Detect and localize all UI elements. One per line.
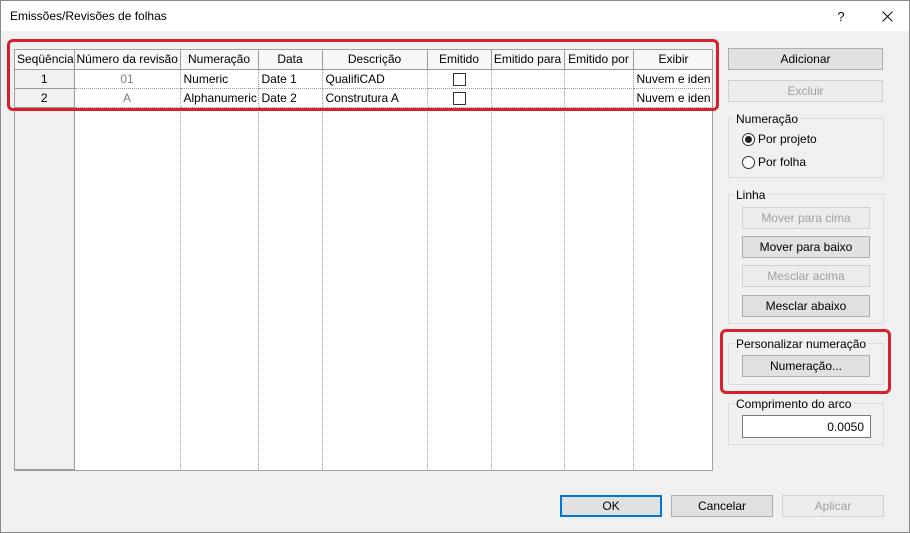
column-header-issued-by[interactable]: Emitido por [564,50,634,70]
numbering-group-label: Numeração [734,112,801,126]
column-header-date[interactable]: Data [258,50,323,70]
cell-show[interactable]: Nuvem e iden [633,88,712,108]
column-header-numbering[interactable]: Numeração [180,50,259,70]
cell-date[interactable]: Date 2 [258,88,323,108]
numbering-button[interactable]: Numeração... [742,355,870,377]
cell-date[interactable]: Date 1 [258,69,323,89]
cell-show[interactable]: Nuvem e iden [633,69,712,89]
cell-issued-by[interactable] [564,69,634,89]
issued-checkbox[interactable] [452,91,466,105]
cell-numbering[interactable]: Numeric [180,69,259,89]
ok-button[interactable]: OK [560,495,662,517]
column-header-sequence[interactable]: Seqüência [15,50,75,70]
column-header-revision-number[interactable]: Número da revisão [74,50,181,70]
cell-description[interactable]: QualifiCAD [322,69,428,89]
cell-issued-to[interactable] [491,88,565,108]
title-bar: Emissões/Revisões de folhas ? [1,1,909,31]
custom-numbering-label: Personalizar numeração [734,337,869,351]
apply-button[interactable]: Aplicar [782,495,884,517]
by-project-option[interactable]: Por projeto [742,132,817,146]
column-header-show[interactable]: Exibir [633,50,712,70]
cell-numbering[interactable]: Alphanumeric [180,88,259,108]
column-header-issued-to[interactable]: Emitido para [491,50,565,70]
by-project-label: Por projeto [758,132,817,146]
close-icon [881,10,893,22]
by-sheet-option[interactable]: Por folha [742,155,806,169]
issued-checkbox[interactable] [452,72,466,86]
merge-down-button[interactable]: Mesclar abaixo [742,295,870,317]
dialog-title: Emissões/Revisões de folhas [10,9,167,23]
row-group-label: Linha [734,188,768,202]
table-row[interactable]: 2 A Alphanumeric Date 2 Construtura A Nu… [15,88,712,108]
table-row[interactable]: 1 01 Numeric Date 1 QualifiCAD Nuvem e i… [15,69,712,89]
cell-sequence[interactable]: 1 [15,69,75,89]
revisions-grid[interactable]: Seqüência Número da revisão Numeração Da… [14,49,713,471]
merge-up-button[interactable]: Mesclar acima [742,265,870,287]
cell-description[interactable]: Construtura A [322,88,428,108]
cell-issued [427,88,492,108]
numbering-group [728,118,884,178]
cell-sequence[interactable]: 2 [15,88,75,108]
cell-revision-number[interactable]: A [74,88,181,108]
column-header-description[interactable]: Descrição [322,50,428,70]
cell-issued-by[interactable] [564,88,634,108]
by-sheet-label: Por folha [758,155,807,169]
move-down-button[interactable]: Mover para baixo [742,236,870,258]
delete-button[interactable]: Excluir [728,80,883,102]
cell-issued-to[interactable] [491,69,565,89]
dialog-window: Emissões/Revisões de folhas ? Seqüência … [0,0,910,533]
cell-issued [427,69,492,89]
by-project-radio[interactable] [742,132,755,146]
cell-revision-number[interactable]: 01 [74,69,181,89]
close-button[interactable] [865,1,909,31]
add-button[interactable]: Adicionar [728,48,883,70]
arc-length-input[interactable]: 0.0050 [742,415,871,438]
cancel-button[interactable]: Cancelar [671,495,773,517]
column-header-issued[interactable]: Emitido [427,50,492,70]
arc-length-label: Comprimento do arco [734,397,854,411]
by-sheet-radio[interactable] [742,155,755,169]
empty-grid-area [15,107,712,470]
move-up-button[interactable]: Mover para cima [742,207,870,229]
help-button[interactable]: ? [819,1,863,31]
